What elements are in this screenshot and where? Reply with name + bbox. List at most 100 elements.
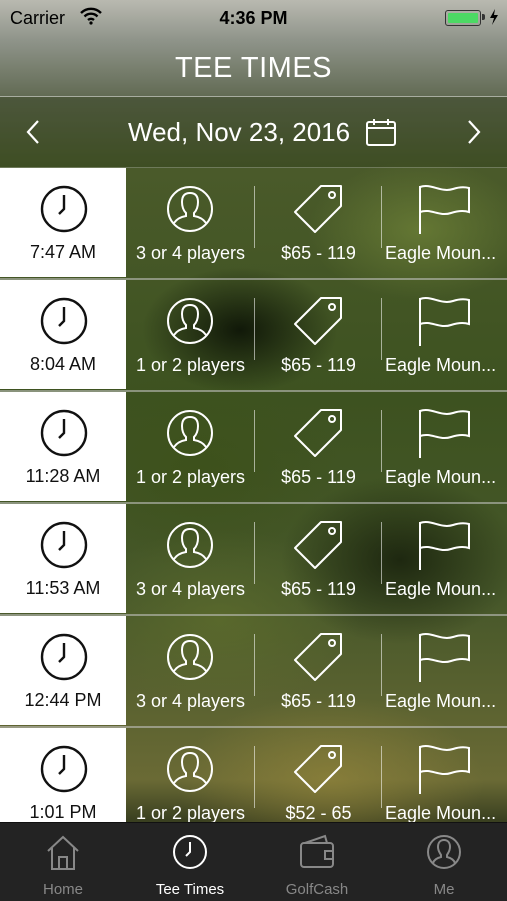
price-label: $52 - 65 bbox=[285, 803, 352, 823]
divider bbox=[381, 298, 382, 360]
battery-icon bbox=[445, 10, 481, 26]
divider bbox=[381, 410, 382, 472]
price-label: $65 - 119 bbox=[281, 355, 356, 375]
tee-time-row[interactable]: 7:47 AM 3 or 4 players $65 - 119 Eagle M… bbox=[0, 168, 507, 280]
page-title: TEE TIMES bbox=[174, 52, 333, 84]
price-cell: $65 - 119 bbox=[256, 280, 381, 389]
flag-icon bbox=[419, 521, 470, 570]
players-cell: 1 or 2 players bbox=[127, 392, 254, 501]
charging-bolt-icon bbox=[490, 9, 498, 25]
tee-time-list: 7:47 AM 3 or 4 players $65 - 119 Eagle M… bbox=[0, 168, 507, 840]
tee-time-label: 11:28 AM bbox=[25, 466, 101, 486]
players-label: 1 or 2 players bbox=[135, 355, 246, 375]
tee-time-label: 12:44 PM bbox=[24, 690, 102, 710]
tee-time-label: 7:47 AM bbox=[29, 242, 97, 262]
price-cell: $65 - 119 bbox=[256, 504, 381, 613]
divider bbox=[254, 410, 255, 472]
course-label: Eagle Moun... bbox=[385, 355, 497, 375]
user-icon bbox=[167, 634, 213, 680]
chevron-right-icon[interactable] bbox=[461, 119, 485, 145]
time-cell: 7:47 AM bbox=[0, 168, 126, 277]
selected-date[interactable]: Wed, Nov 23, 2016 bbox=[128, 117, 350, 148]
divider bbox=[254, 746, 255, 808]
divider bbox=[254, 522, 255, 584]
tab-golfcash[interactable]: GolfCash bbox=[254, 823, 380, 901]
tee-time-row[interactable]: 11:28 AM 1 or 2 players $65 - 119 Eagle … bbox=[0, 392, 507, 504]
price-tag-icon bbox=[294, 297, 342, 345]
status-time: 4:36 PM bbox=[219, 8, 288, 28]
calendar-icon[interactable] bbox=[365, 117, 397, 147]
time-cell: 11:53 AM bbox=[0, 504, 126, 613]
tab-home[interactable]: Home bbox=[0, 823, 126, 901]
tab-label: Tee Times bbox=[155, 881, 225, 898]
time-cell: 12:44 PM bbox=[0, 616, 126, 725]
price-label: $65 - 119 bbox=[281, 467, 356, 487]
clock-icon bbox=[40, 521, 88, 569]
price-label: $65 - 119 bbox=[281, 691, 356, 711]
flag-icon bbox=[419, 185, 470, 234]
tee-time-row[interactable]: 8:04 AM 1 or 2 players $65 - 119 Eagle M… bbox=[0, 280, 507, 392]
divider bbox=[254, 298, 255, 360]
navigation-bar: TEE TIMES bbox=[0, 36, 507, 97]
time-cell: 1:01 PM bbox=[0, 728, 126, 837]
course-label: Eagle Moun... bbox=[385, 579, 497, 599]
course-cell: Eagle Moun... bbox=[383, 504, 507, 613]
players-label: 1 or 2 players bbox=[135, 803, 246, 823]
flag-icon bbox=[419, 409, 470, 458]
tee-time-row[interactable]: 12:44 PM 3 or 4 players $65 - 119 Eagle … bbox=[0, 616, 507, 728]
course-label: Eagle Moun... bbox=[385, 467, 497, 487]
tab-tee-times[interactable]: Tee Times bbox=[127, 823, 253, 901]
players-label: 3 or 4 players bbox=[135, 691, 246, 711]
divider bbox=[381, 746, 382, 808]
home-icon bbox=[47, 835, 79, 870]
players-cell: 1 or 2 players bbox=[127, 280, 254, 389]
course-label: Eagle Moun... bbox=[385, 243, 497, 263]
course-cell: Eagle Moun... bbox=[383, 392, 507, 501]
price-cell: $65 - 119 bbox=[256, 392, 381, 501]
user-icon bbox=[167, 522, 213, 568]
tab-label: Me bbox=[433, 881, 455, 898]
tab-me[interactable]: Me bbox=[381, 823, 507, 901]
players-label: 1 or 2 players bbox=[135, 467, 246, 487]
clock-icon bbox=[40, 297, 88, 345]
battery-tip bbox=[482, 14, 485, 20]
date-selector: Wed, Nov 23, 2016 bbox=[0, 97, 507, 168]
divider bbox=[254, 186, 255, 248]
divider bbox=[381, 186, 382, 248]
time-cell: 8:04 AM bbox=[0, 280, 126, 389]
price-label: $65 - 119 bbox=[281, 243, 356, 263]
user-icon bbox=[427, 835, 461, 869]
price-tag-icon bbox=[294, 185, 342, 233]
clock-icon bbox=[40, 409, 88, 457]
players-label: 3 or 4 players bbox=[135, 579, 246, 599]
price-cell: $65 - 119 bbox=[256, 616, 381, 725]
price-label: $65 - 119 bbox=[281, 579, 356, 599]
divider bbox=[381, 522, 382, 584]
price-tag-icon bbox=[294, 521, 342, 569]
user-icon bbox=[167, 298, 213, 344]
course-label: Eagle Moun... bbox=[385, 803, 497, 823]
clock-icon bbox=[40, 745, 88, 793]
tab-bar: Home Tee Times GolfCash Me bbox=[0, 822, 507, 901]
course-cell: Eagle Moun... bbox=[383, 728, 507, 837]
status-bar: Carrier 4:36 PM bbox=[0, 0, 507, 36]
tab-label: GolfCash bbox=[285, 881, 349, 898]
tee-time-label: 8:04 AM bbox=[29, 354, 97, 374]
players-cell: 3 or 4 players bbox=[127, 616, 254, 725]
players-cell: 3 or 4 players bbox=[127, 504, 254, 613]
players-cell: 1 or 2 players bbox=[127, 728, 254, 837]
course-label: Eagle Moun... bbox=[385, 691, 497, 711]
tee-time-row[interactable]: 11:53 AM 3 or 4 players $65 - 119 Eagle … bbox=[0, 504, 507, 616]
user-icon bbox=[167, 746, 213, 792]
course-cell: Eagle Moun... bbox=[383, 280, 507, 389]
flag-icon bbox=[419, 633, 470, 682]
user-icon bbox=[167, 410, 213, 456]
players-cell: 3 or 4 players bbox=[127, 168, 254, 277]
chevron-left-icon[interactable] bbox=[22, 119, 46, 145]
clock-icon bbox=[40, 633, 88, 681]
clock-icon bbox=[173, 835, 207, 869]
players-label: 3 or 4 players bbox=[135, 243, 246, 263]
tee-time-label: 1:01 PM bbox=[29, 802, 97, 822]
tab-label: Home bbox=[42, 881, 83, 898]
tee-time-label: 11:53 AM bbox=[25, 578, 101, 598]
